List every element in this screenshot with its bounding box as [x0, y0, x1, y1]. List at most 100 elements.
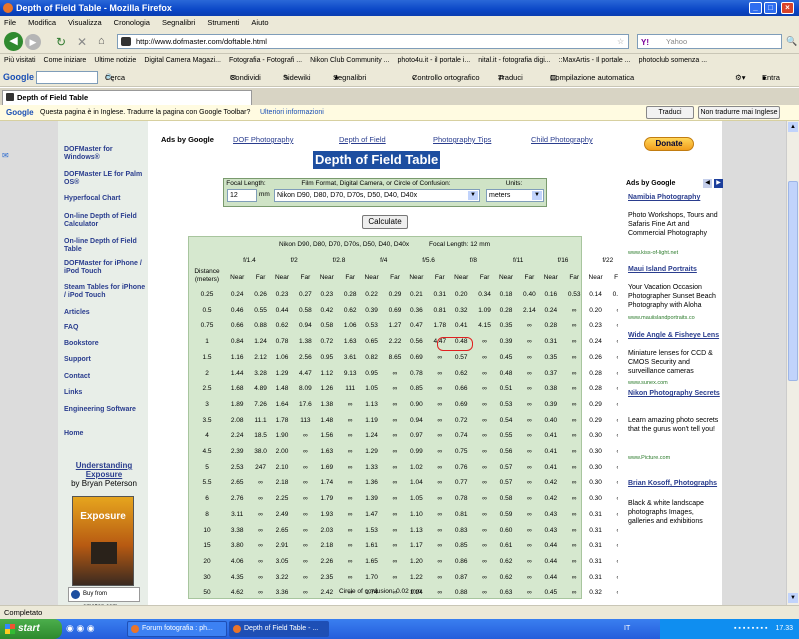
bookmark-star-icon[interactable]: ☆	[617, 37, 624, 46]
ad-title-0[interactable]: Namibia Photography	[628, 193, 720, 202]
menu-item-0[interactable]: File	[4, 16, 16, 29]
close-button[interactable]: ×	[781, 2, 794, 14]
page-content: ✉ DOFMaster for Windows® DOFMaster LE for…	[0, 121, 786, 605]
menu-item-2[interactable]: Visualizza	[68, 16, 102, 29]
tray-icons[interactable]: ▪ ▪ ▪ ▪ ▪ ▪ ▪ ▪	[734, 625, 767, 632]
ad-title-1[interactable]: Maui Island Portraits	[628, 265, 720, 274]
book-title[interactable]: Understanding Exposure	[66, 461, 142, 479]
table-cell: 0.28	[544, 322, 558, 330]
sidebar-item-7[interactable]: Articles	[64, 309, 146, 317]
back-button[interactable]: ◀	[4, 32, 23, 51]
scroll-up-icon[interactable]: ▲	[788, 122, 798, 132]
table-cell: 3.11	[231, 510, 244, 518]
table-cell: ∞	[347, 463, 353, 471]
ads-header: Ads by Google	[626, 180, 676, 187]
vertical-scrollbar[interactable]: ▲ ▼	[786, 121, 799, 605]
ads-prev-icon[interactable]: ◀	[703, 179, 712, 188]
reload-icon[interactable]: ↻	[56, 35, 66, 49]
menu-item-6[interactable]: Aiuto	[251, 16, 268, 29]
menu-item-5[interactable]: Strumenti	[207, 16, 239, 29]
bookmark-item-6[interactable]: photo4u.it - il portale i...	[397, 54, 470, 68]
maximize-button[interactable]: □	[764, 2, 777, 14]
far-header-0: Far	[255, 274, 266, 281]
translate-button[interactable]: Traduci	[646, 106, 694, 119]
toolbar-settings-icon[interactable]: ⚙▾	[735, 68, 746, 87]
menu-item-3[interactable]: Cronologia	[114, 16, 150, 29]
sidebar-item-2[interactable]: Hyperfocal Chart	[64, 195, 146, 203]
ad-title-2[interactable]: Wide Angle & Fisheye Lens	[628, 331, 720, 340]
bookmark-item-5[interactable]: Nikon Club Community ...	[310, 54, 389, 68]
bookmark-item-7[interactable]: nital.it - fotografia digi...	[478, 54, 550, 68]
table-cell: ∞	[482, 432, 487, 440]
task-forum-fotografia[interactable]: Forum fotografia : ph...	[127, 621, 227, 637]
scroll-down-icon[interactable]: ▼	[788, 593, 798, 603]
google-search-input[interactable]	[36, 71, 98, 84]
donate-button[interactable]: Donate	[644, 137, 694, 151]
sidebar-item-8[interactable]: FAQ	[64, 324, 146, 332]
tab-depth-of-field[interactable]: Depth of Field Table	[2, 90, 252, 105]
sidebar-item-10[interactable]: Support	[64, 356, 146, 364]
table-cell: ∞	[571, 448, 577, 455]
sidebar-item-4[interactable]: On-line Depth of Field Table	[64, 238, 146, 254]
sidebar-item-0[interactable]: DOFMaster for Windows®	[64, 146, 146, 162]
bookmark-item-3[interactable]: Digital Camera Magazi...	[144, 54, 221, 68]
book-cover[interactable]: Exposure	[72, 496, 134, 586]
table-cell: 18.5	[254, 432, 267, 440]
ad-link-depth-of-field[interactable]: Depth of Field	[339, 135, 386, 144]
table-cell: 0.53	[499, 400, 513, 408]
film-format-select[interactable]: Nikon D90, D80, D70, D70s, D50, D40, D40…	[274, 189, 480, 202]
units-select[interactable]: meters ▼	[486, 189, 544, 202]
translate-more-link[interactable]: Ulteriori informazioni	[260, 105, 324, 121]
bookmark-item-0[interactable]: Più visitati	[4, 54, 36, 68]
table-cell: 1.09	[478, 306, 491, 314]
bookmark-item-8[interactable]: ::MaxArtis - Il portale ...	[559, 54, 631, 68]
sidebar-item-14[interactable]: Home	[64, 430, 146, 438]
start-button[interactable]: start	[0, 619, 62, 639]
scroll-thumb[interactable]	[788, 181, 798, 381]
forward-button[interactable]: ▶	[25, 34, 41, 50]
search-field[interactable]: Y! Yahoo	[637, 34, 782, 49]
ad-link-photography-tips[interactable]: Photography Tips	[433, 135, 491, 144]
home-icon[interactable]: ⌂	[98, 35, 105, 47]
table-cell: 0.41	[454, 322, 468, 330]
focal-length-input[interactable]: 12	[227, 189, 257, 202]
language-indicator[interactable]: IT	[624, 619, 630, 639]
sidebar-item-6[interactable]: Steam Tables for iPhone / iPod Touch	[64, 284, 146, 300]
search-go-icon[interactable]: 🔍	[786, 36, 797, 47]
sidebar-item-9[interactable]: Bookstore	[64, 340, 146, 348]
sidebar-item-13[interactable]: Engineering Software	[64, 406, 146, 414]
stop-icon[interactable]: ✕	[77, 35, 87, 49]
bookmark-item-2[interactable]: Ultime notizie	[94, 54, 136, 68]
bookmark-item-4[interactable]: Fotografia - Fotografi ...	[229, 54, 302, 68]
ad-link-dof-photography[interactable]: DOF Photography	[233, 135, 293, 144]
ads-next-icon[interactable]: ▶	[714, 179, 723, 188]
minimize-button[interactable]: _	[749, 2, 762, 14]
bookmark-item-9[interactable]: photoclub somenza ...	[639, 54, 708, 68]
amazon-buy-label: Buy from amazon.com	[83, 591, 117, 605]
ad-url-1[interactable]: www.mauiislandportraits.co	[628, 315, 695, 321]
amazon-buy-button[interactable]: Buy from amazon.com	[68, 587, 140, 605]
menu-item-1[interactable]: Modifica	[28, 16, 56, 29]
task-depth-of-field[interactable]: Depth of Field Table - ...	[229, 621, 329, 637]
never-translate-button[interactable]: Non tradurre mai Inglese	[698, 106, 780, 119]
ad-url-3[interactable]: www.Picture.com	[628, 455, 670, 461]
sidebar-item-5[interactable]: DOFMaster for iPhone / iPod Touch	[64, 260, 146, 276]
ad-url-0[interactable]: www.kiss-of-light.net	[628, 250, 678, 256]
table-cell: 2.25	[275, 495, 289, 503]
table-focal-caption: Focal Length: 12 mm	[429, 241, 491, 248]
bookmark-item-1[interactable]: Come iniziare	[44, 54, 87, 68]
url-bar[interactable]: http://www.dofmaster.com/doftable.html	[117, 34, 629, 49]
sidebar-item-12[interactable]: Links	[64, 389, 146, 397]
calculate-button[interactable]: Calculate	[362, 215, 408, 229]
sidebar-toggle-icon[interactable]: ✉	[2, 151, 9, 160]
sidebar-item-1[interactable]: DOFMaster LE for Palm OS®	[64, 171, 146, 187]
sidebar-item-3[interactable]: On-line Depth of Field Calculator	[64, 213, 146, 229]
ad-title-4[interactable]: Brian Kosoff, Photographs	[628, 479, 720, 488]
menu-item-4[interactable]: Segnalibri	[162, 16, 195, 29]
quicklaunch-icons[interactable]: ◉ ◉ ◉	[66, 623, 95, 634]
sidebar-item-11[interactable]: Contact	[64, 373, 146, 381]
ad-link-child-photography[interactable]: Child Photography	[531, 135, 593, 144]
ad-title-3[interactable]: Nikon Photography Secrets	[628, 389, 720, 398]
ad-url-2[interactable]: www.sunex.com	[628, 380, 668, 386]
table-cell: ∞	[392, 400, 398, 408]
